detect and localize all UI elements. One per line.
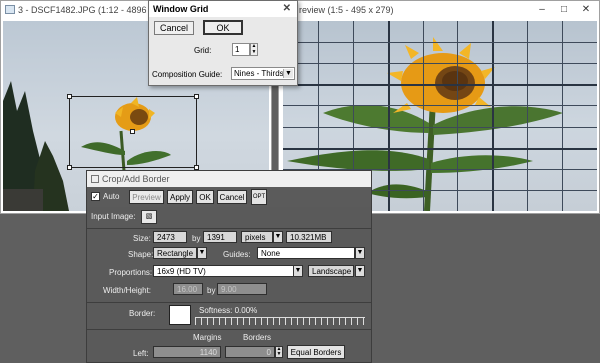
filesize-readout: 10.321MB [286,231,332,243]
orientation-select[interactable]: Landscape [308,265,354,277]
border-color-swatch[interactable] [169,305,191,325]
borders-header: Borders [243,333,272,342]
height-input[interactable]: 1391 [203,231,237,243]
grid-line-vertical [457,21,458,211]
ok-button[interactable]: OK [196,190,214,204]
ok-button[interactable]: OK [203,20,243,35]
close-icon[interactable]: ✕ [283,3,291,14]
chevron-down-icon: ▼ [283,69,293,78]
equal-borders-button[interactable]: Equal Borders [287,345,345,359]
width-height-label: Width/Height: [103,286,152,295]
grid-line-horizontal [283,42,597,43]
input-image-thumbnail[interactable]: ▧ [141,210,157,224]
crop-handle-tr[interactable] [194,94,199,99]
auto-checkbox[interactable]: ✓ [91,192,100,201]
size-label: Size: [133,234,151,243]
grid-line-horizontal [283,105,597,106]
crop-panel-title: Crop/Add Border [102,174,170,184]
crop-panel-toolbar: ✓ Auto Preview Apply OK Cancel OPT [87,187,371,207]
composition-guide-label: Composition Guide: [152,70,223,79]
chevron-down-icon[interactable]: ▼ [197,247,207,259]
close-icon[interactable]: ✕ [575,2,597,16]
grid-line-vertical [423,21,424,211]
window-grid-title: Window Grid [153,4,209,14]
grid-line-horizontal [283,127,597,128]
proportions-label: Proportions: [109,268,153,277]
window-grid-dialog[interactable]: Window Grid ✕ Cancel OK Grid: 1 ▲ ▼ Comp… [148,0,298,86]
window-grid-titlebar[interactable]: Window Grid ✕ [149,1,297,17]
chevron-down-icon[interactable]: ▼ [355,265,365,277]
ratio-height-input[interactable]: 9.00 [217,283,267,295]
grid-line-horizontal [283,84,597,86]
grid-line-vertical [562,21,563,211]
apply-button[interactable]: Apply [167,190,193,204]
crop-add-border-panel[interactable]: Crop/Add Border ✓ Auto Preview Apply OK … [86,170,372,363]
shape-select[interactable]: Rectangle [153,247,197,259]
unit-select[interactable]: pixels [241,231,273,243]
separator [87,228,371,229]
auto-label: Auto [103,192,120,201]
chevron-down-icon[interactable]: ▼ [355,247,365,259]
left-border-input[interactable]: 0 [225,346,275,358]
input-image-label: Input Image: [91,212,136,221]
preview-titlebar[interactable]: review (1:5 - 495 x 279) – □ ✕ [279,1,599,18]
by-label: by [192,234,201,243]
grid-line-vertical [492,21,494,211]
proportions-select[interactable]: 16x9 (HD TV) [153,265,303,277]
minimize-icon[interactable]: – [531,2,553,16]
separator [87,329,371,330]
crop-selection-rect[interactable] [67,94,199,170]
crop-handle-mid[interactable] [130,129,135,134]
chevron-down-icon[interactable]: ▼ [293,265,303,277]
cancel-button[interactable]: Cancel [217,190,247,204]
softness-label: Softness: 0.00% [199,306,258,315]
cancel-button[interactable]: Cancel [154,21,194,35]
crop-handle-bl[interactable] [67,165,72,170]
left-margin-input[interactable]: 1140 [153,346,221,358]
shape-label: Shape: [128,250,154,259]
left-border-stepper[interactable]: ▲ ▼ [275,346,283,358]
grid-line-horizontal [283,63,597,64]
grid-line-vertical [527,21,528,211]
grid-line-horizontal [283,148,597,150]
crop-panel-titlebar[interactable]: Crop/Add Border [87,171,371,187]
crop-tool-icon [91,175,99,183]
margins-header: Margins [193,333,222,342]
softness-slider[interactable] [195,317,365,325]
grid-line-vertical [388,21,390,211]
grid-stepper[interactable]: ▲ ▼ [250,43,258,56]
guides-select[interactable]: None [257,247,355,259]
grid-input[interactable]: 1 [232,43,250,56]
grid-label: Grid: [194,46,212,55]
left-label: Left: [133,349,149,358]
composition-guide-select[interactable]: Nines - Thirds ▼ [231,67,295,80]
guides-label: Guides: [223,250,251,259]
composition-guide-value: Nines - Thirds [234,69,284,78]
crop-handle-tl[interactable] [67,94,72,99]
opt-button[interactable]: OPT [251,189,267,205]
chevron-down-icon[interactable]: ▼ [251,49,257,56]
preview-title: review (1:5 - 495 x 279) [299,4,394,15]
separator [87,302,371,303]
ratio-width-input[interactable]: 16.00 [173,283,203,295]
app-image-icon [5,5,15,14]
preview-button[interactable]: Preview [129,190,164,204]
border-label: Border: [129,309,156,318]
ratio-by-label: by [207,286,216,295]
chevron-down-icon[interactable]: ▼ [273,231,283,243]
maximize-icon[interactable]: □ [553,2,575,16]
width-input[interactable]: 2473 [153,231,187,243]
